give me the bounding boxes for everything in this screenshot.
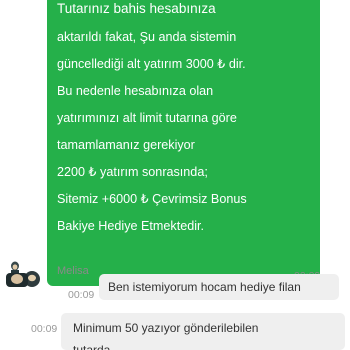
outgoing-message-text: Ben istemiyorum hocam hediye filan	[108, 280, 301, 294]
message-line: Sitemiz +6000 ₺ Çevrimsiz Bonus	[57, 192, 247, 206]
outgoing-message-bubble: Minimum 50 yazıyor gönderilebilen tutard…	[61, 313, 345, 350]
incoming-message-bubble: Tutarınız bahis hesabınıza aktarıldı fak…	[47, 0, 320, 286]
message-line: güncellediği alt yatırım 3000 ₺ dir.	[57, 57, 246, 71]
chat-view: Tutarınız bahis hesabınıza aktarıldı fak…	[0, 0, 350, 350]
message-line: tamamlamanız gerekiyor	[57, 138, 195, 152]
avatar-image	[6, 257, 40, 287]
sender-name[interactable]: Melisa	[57, 265, 89, 277]
message-line: Tutarınız bahis hesabınıza	[57, 1, 216, 16]
outgoing-message-time: 00:09	[31, 323, 58, 335]
message-line: Bakiye Hediye Etmektedir.	[57, 219, 204, 233]
message-line: 2200 ₺ yatırım sonrasında;	[57, 165, 208, 179]
outgoing-message-text-line: tutarda	[73, 343, 111, 350]
message-line: yatırımınızı alt limit tutarına göre	[57, 111, 237, 125]
outgoing-message-time: 00:09	[68, 289, 95, 301]
outgoing-message-bubble: Ben istemiyorum hocam hediye filan	[99, 274, 339, 300]
message-line: aktarıldı fakat, Şu anda sistemin	[57, 30, 237, 44]
sender-avatar[interactable]	[6, 257, 40, 287]
message-line: Bu nedenle hesabınıza olan	[57, 84, 214, 98]
incoming-message-text: Tutarınız bahis hesabınıza aktarıldı fak…	[57, 0, 314, 240]
outgoing-message-text-line: Minimum 50 yazıyor gönderilebilen	[73, 321, 259, 335]
